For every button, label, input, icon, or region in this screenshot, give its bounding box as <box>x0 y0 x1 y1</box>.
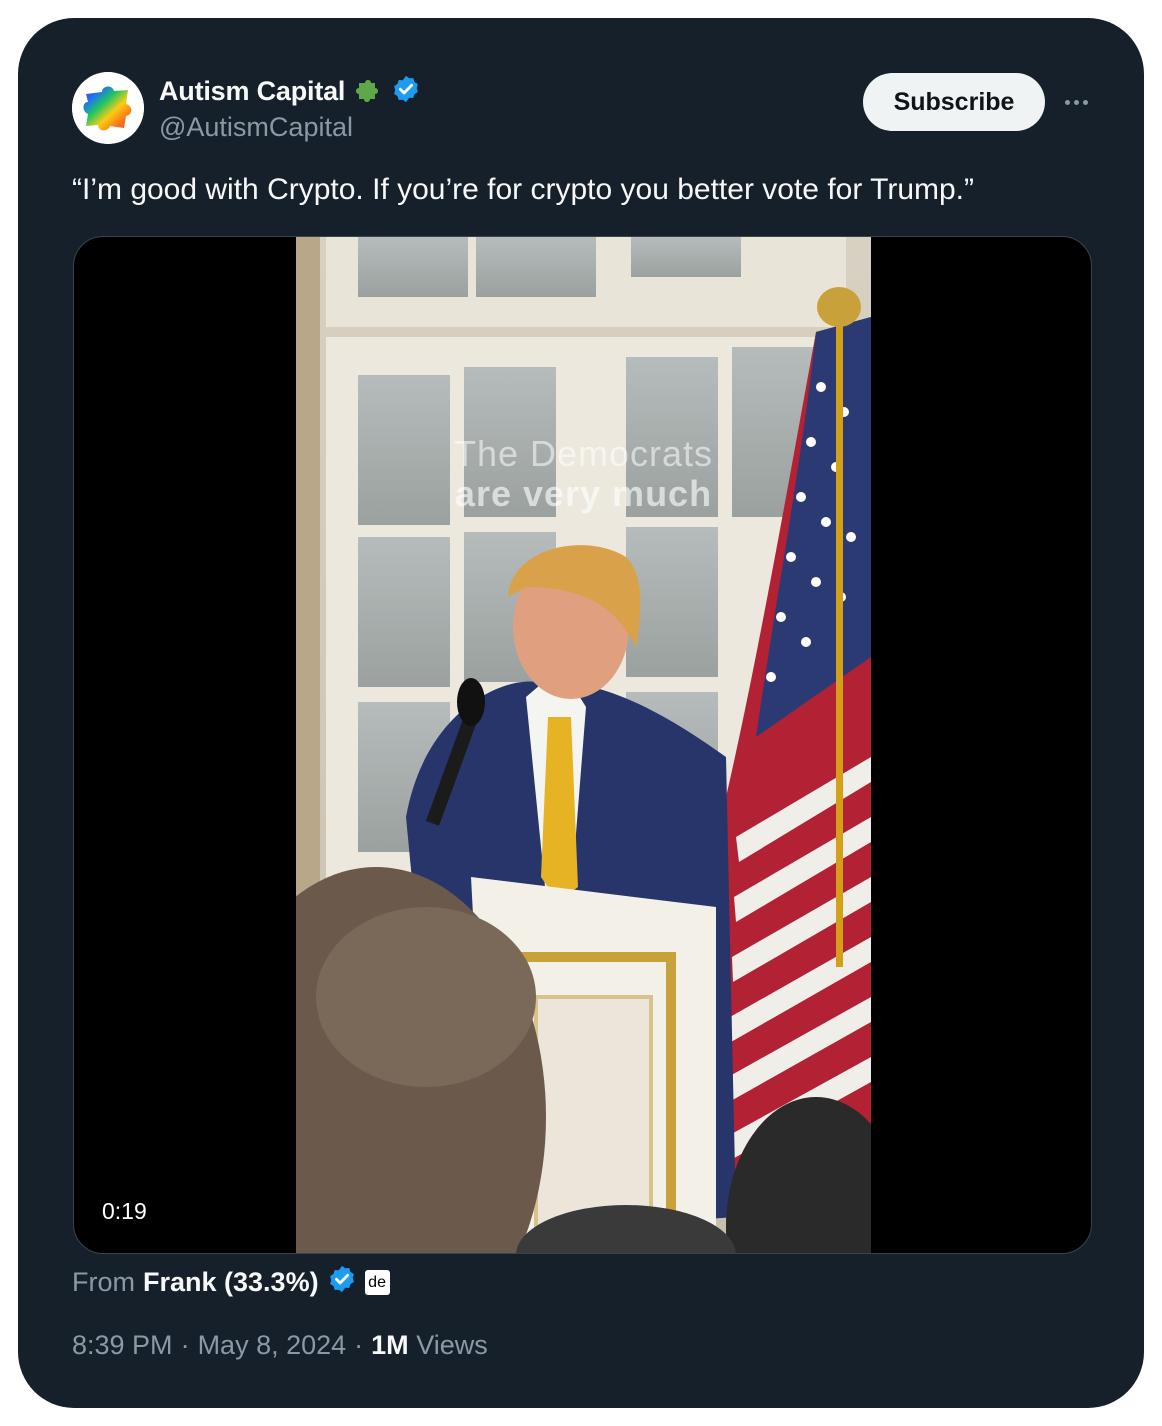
video-thumbnail <box>206 237 906 1253</box>
verified-badge-icon <box>327 1264 357 1301</box>
verified-badge-icon <box>391 74 421 109</box>
more-options-icon[interactable] <box>1058 84 1094 120</box>
video-duration-badge: 0:19 <box>92 1195 157 1228</box>
meta-separator: · <box>354 1330 364 1360</box>
author-display-name[interactable]: Autism Capital <box>159 76 345 107</box>
source-attribution: From Frank (33.3%) de <box>72 1264 390 1301</box>
video-frame: The Democrats are very much <box>206 237 906 1253</box>
affiliation-badge[interactable]: de <box>364 1270 390 1295</box>
meta-separator: · <box>180 1330 190 1360</box>
views-label: Views <box>416 1330 488 1360</box>
tweet-time[interactable]: 8:39 PM <box>72 1330 173 1361</box>
author-handle[interactable]: @AutismCapital <box>159 112 353 143</box>
puzzle-piece-icon <box>353 74 383 109</box>
author-name-row: Autism Capital <box>159 74 421 109</box>
source-name-link[interactable]: Frank (33.3%) <box>143 1267 319 1298</box>
tweet-text: “I’m good with Crypto. If you’re for cry… <box>72 173 975 206</box>
video-caption-line-1: The Democrats <box>453 433 714 474</box>
views-count: 1M <box>371 1330 409 1360</box>
tweet-meta: 8:39 PM · May 8, 2024 · 1M Views <box>72 1330 488 1361</box>
tweet-date[interactable]: May 8, 2024 <box>198 1330 347 1361</box>
subscribe-button[interactable]: Subscribe <box>863 73 1045 131</box>
video-caption-line-2: are very much <box>454 473 713 514</box>
tweet-card: Autism Capital @AutismCapital Subscribe … <box>18 18 1144 1408</box>
avatar[interactable] <box>72 72 144 144</box>
from-label: From <box>72 1267 135 1297</box>
video-player[interactable]: The Democrats are very much 0:19 <box>73 236 1092 1254</box>
